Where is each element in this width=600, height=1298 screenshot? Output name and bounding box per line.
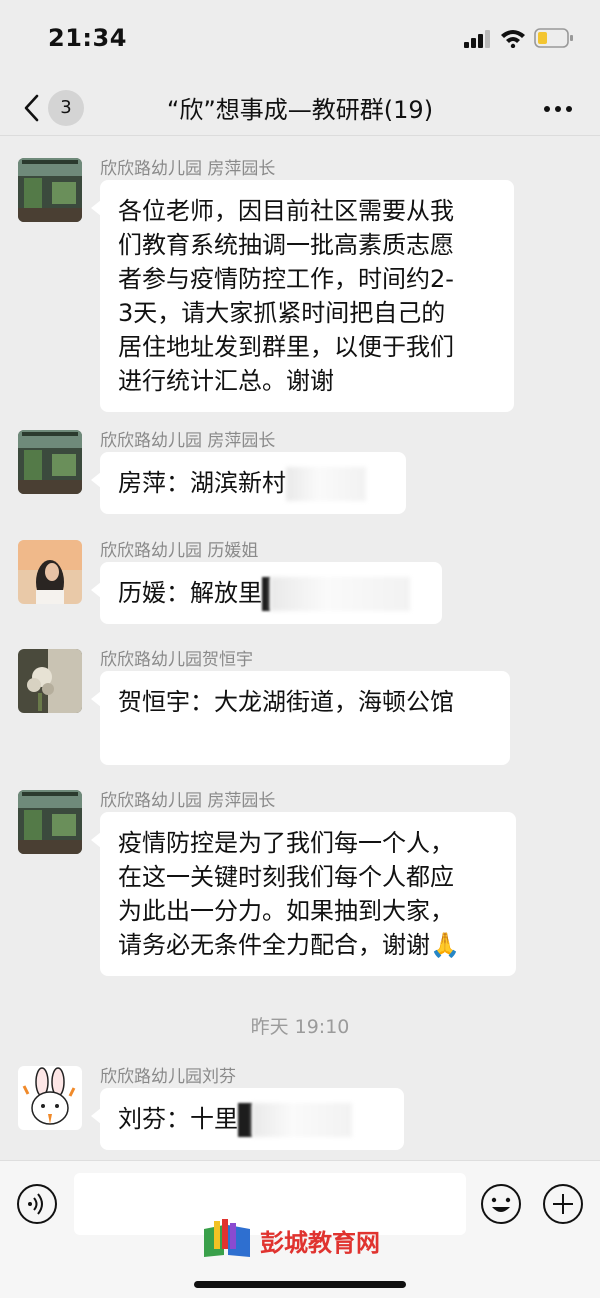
avatar[interactable]	[18, 430, 82, 494]
message-text: 贺恒宇：大龙湖街道，海顿公馆	[118, 688, 454, 716]
sender-name: 欣欣路幼儿园贺恒宇	[100, 650, 253, 670]
signal-icon	[464, 30, 490, 48]
message-bubble[interactable]: 各位老师，因目前社区需要从我 们教育系统抽调一批高素质志愿 者参与疫情防控工作，…	[91, 180, 514, 412]
chevron-left-icon	[24, 94, 39, 122]
sender-name: 欣欣路幼儿园 房萍园长	[100, 791, 276, 811]
avatar[interactable]	[18, 649, 82, 713]
voice-icon	[17, 1184, 57, 1224]
message-text: 房萍：湖滨新村	[118, 469, 286, 497]
more-button[interactable]	[538, 94, 578, 122]
time-divider: 昨天 19:10	[250, 1016, 350, 1038]
sender-name: 欣欣路幼儿园 历媛姐	[100, 541, 259, 561]
status-time: 21:34	[48, 24, 127, 52]
rabbit-avatar	[18, 1066, 82, 1130]
emoji-icon	[481, 1184, 521, 1224]
emoji-button[interactable]	[480, 1183, 522, 1225]
garden-photo-avatar	[18, 158, 82, 222]
sender-name: 欣欣路幼儿园 房萍园长	[100, 159, 276, 179]
avatar[interactable]	[18, 540, 82, 604]
flower-photo-avatar	[18, 649, 82, 713]
message-bubble[interactable]: 刘芬：十里	[91, 1088, 404, 1150]
more-dots-icon	[544, 106, 550, 112]
unread-count-badge: 3	[48, 90, 84, 126]
message-bubble[interactable]: 房萍：湖滨新村	[91, 452, 406, 514]
sender-name: 欣欣路幼儿园 房萍园长	[100, 431, 276, 451]
message-text: 疫情防控是为了我们每一个人， 在这一关键时刻我们每个人都应 为此出一分力。如果抽…	[118, 829, 454, 959]
redacted-area	[286, 467, 366, 501]
voice-button[interactable]	[16, 1183, 58, 1225]
message-text: 各位老师，因目前社区需要从我 们教育系统抽调一批高素质志愿 者参与疫情防控工作，…	[118, 197, 454, 395]
message-bubble[interactable]: 疫情防控是为了我们每一个人， 在这一关键时刻我们每个人都应 为此出一分力。如果抽…	[91, 812, 516, 976]
more-dot	[555, 106, 561, 112]
portrait-photo-avatar	[18, 540, 82, 604]
redacted-area	[262, 577, 270, 611]
sender-name: 欣欣路幼儿园刘芬	[100, 1067, 236, 1087]
plus-icon	[543, 1184, 583, 1224]
avatar[interactable]	[18, 158, 82, 222]
folded-hands-emoji: 🙏	[430, 931, 460, 959]
garden-photo-avatar	[18, 430, 82, 494]
watermark: 彭城教育网	[200, 1217, 400, 1267]
back-button[interactable]: 3	[16, 88, 92, 128]
avatar[interactable]	[18, 1066, 82, 1130]
home-indicator	[194, 1281, 406, 1288]
watermark-text: 彭城教育网	[260, 1229, 380, 1257]
wifi-icon	[501, 30, 525, 48]
book-logo-icon	[204, 1219, 250, 1257]
input-bar: 彭城教育网	[0, 1160, 600, 1298]
redacted-area	[238, 1103, 252, 1137]
chat-header: 3 “欣”想事成—教研群(19)	[0, 80, 600, 136]
message-bubble[interactable]: 历媛：解放里	[91, 562, 442, 624]
message-text: 刘芬：十里	[118, 1105, 238, 1133]
garden-photo-avatar	[18, 790, 82, 854]
chat-title: “欣”想事成—教研群(19)	[166, 96, 434, 124]
battery-icon	[534, 28, 573, 48]
more-dot	[566, 106, 572, 112]
message-bubble[interactable]: 贺恒宇：大龙湖街道，海顿公馆	[91, 671, 510, 765]
redacted-area	[270, 577, 410, 611]
message-text: 历媛：解放里	[118, 579, 262, 607]
message-text-wrap: 疫情防控是为了我们每一个人， 在这一关键时刻我们每个人都应 为此出一分力。如果抽…	[118, 826, 498, 962]
avatar[interactable]	[18, 790, 82, 854]
redacted-area	[252, 1103, 352, 1137]
status-bar: 21:34	[0, 0, 600, 80]
plus-button[interactable]	[542, 1183, 584, 1225]
